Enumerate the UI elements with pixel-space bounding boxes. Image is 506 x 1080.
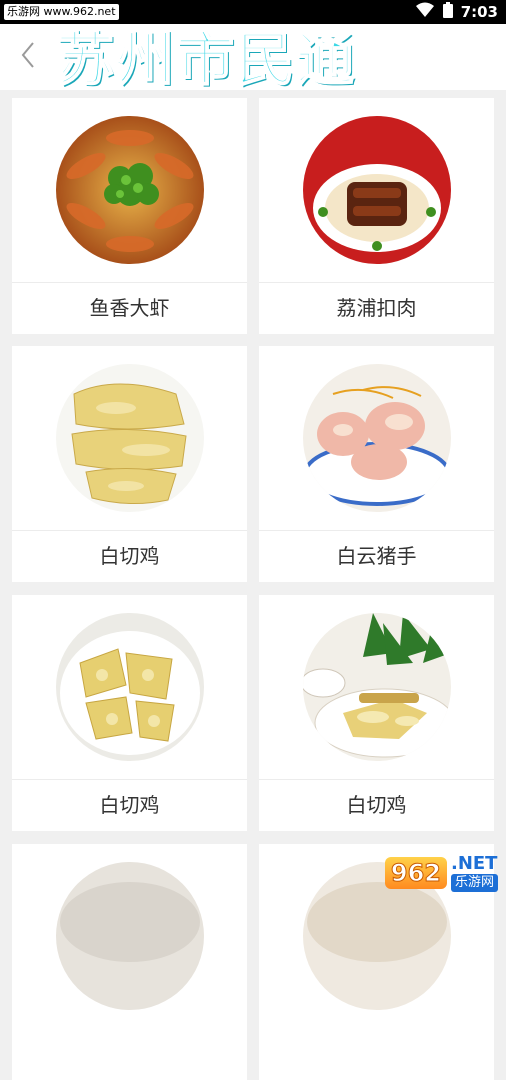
dish-name: 白切鸡 [259,780,494,830]
wifi-icon [415,2,435,22]
dish-image-area [259,98,494,282]
dish-image-area [12,346,247,530]
back-button[interactable] [14,38,42,76]
dish-name: 鱼香大虾 [12,283,247,333]
dish-photo [56,613,204,761]
dish-card[interactable]: 白切鸡 [259,595,494,831]
app-header: 苏州市民通 [0,24,506,90]
dish-image-area [12,595,247,779]
dish-image-area [259,595,494,779]
watermark-site: 乐游网 [451,874,498,892]
chevron-left-icon [20,41,36,73]
dish-name: 白云猪手 [259,531,494,581]
dish-name [259,1029,494,1079]
dish-card[interactable]: 白云猪手 [259,346,494,582]
dish-card[interactable]: 荔浦扣肉 [259,98,494,334]
status-bar: 乐游网 www.962.net 7:03 [0,0,506,24]
status-time: 7:03 [461,2,498,22]
page-title: 苏州市民通 [56,28,356,90]
dish-name: 白切鸡 [12,780,247,830]
dish-photo [56,364,204,512]
status-icons: 7:03 [415,2,498,22]
watermark-logo: 962 .NET 乐游网 [385,854,498,892]
status-source-badge: 乐游网 www.962.net [4,4,119,20]
dish-name [12,1029,247,1079]
watermark-net: .NET [451,854,497,874]
watermark-text: .NET 乐游网 [451,854,498,892]
dish-photo [56,116,204,264]
dish-card[interactable]: 鱼香大虾 [12,98,247,334]
dish-card[interactable] [12,844,247,1080]
dish-image-area [259,346,494,530]
dish-photo [303,364,451,512]
dish-name: 白切鸡 [12,531,247,581]
dish-photo [303,613,451,761]
dish-photo [56,862,204,1010]
dish-card[interactable]: 白切鸡 [12,595,247,831]
dish-photo [303,116,451,264]
status-source-text: 乐游网 www.962.net [7,4,116,20]
dish-name: 荔浦扣肉 [259,283,494,333]
dish-card[interactable]: 白切鸡 [12,346,247,582]
battery-icon [443,2,453,22]
watermark-number: 962 [385,857,447,889]
dish-image-area [12,98,247,282]
dish-image-area [12,844,247,1028]
